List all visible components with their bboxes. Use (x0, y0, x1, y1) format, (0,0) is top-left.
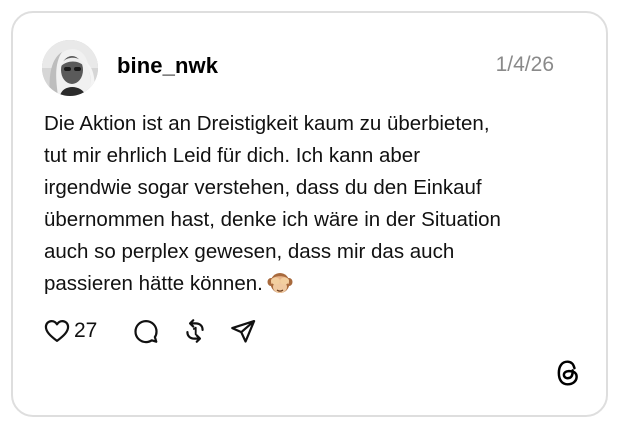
comment-icon[interactable] (132, 317, 160, 350)
username[interactable]: bine_nwk (117, 53, 218, 79)
like-count: 27 (74, 319, 98, 342)
post-text-line: passieren hätte können. (44, 272, 263, 295)
post-text-line: übernommen hast, denke ich wäre in der S… (44, 208, 501, 231)
post-text-last-line: passieren hätte können. (44, 268, 574, 306)
post-text-line: tut mir ehrlich Leid für dich. Ich kann … (44, 144, 421, 167)
threads-logo-icon (555, 359, 581, 392)
share-icon[interactable] (229, 317, 257, 350)
post-text-line: auch so perplex gewesen, dass mir das au… (44, 240, 455, 263)
avatar[interactable] (42, 40, 98, 96)
post-text-line: irgendwie sogar verstehen, dass du den E… (44, 176, 482, 199)
post-card: bine_nwk 1/4/26 Die Aktion ist an Dreist… (11, 11, 608, 417)
post-text-line: Die Aktion ist an Dreistigkeit kaum zu ü… (44, 112, 490, 135)
heart-icon[interactable] (43, 317, 71, 350)
post-date: 1/4/26 (495, 53, 554, 76)
see-no-evil-monkey-emoji (267, 270, 293, 306)
repost-icon[interactable] (181, 317, 209, 350)
post-text: Die Aktion ist an Dreistigkeit kaum zu ü… (44, 108, 574, 306)
